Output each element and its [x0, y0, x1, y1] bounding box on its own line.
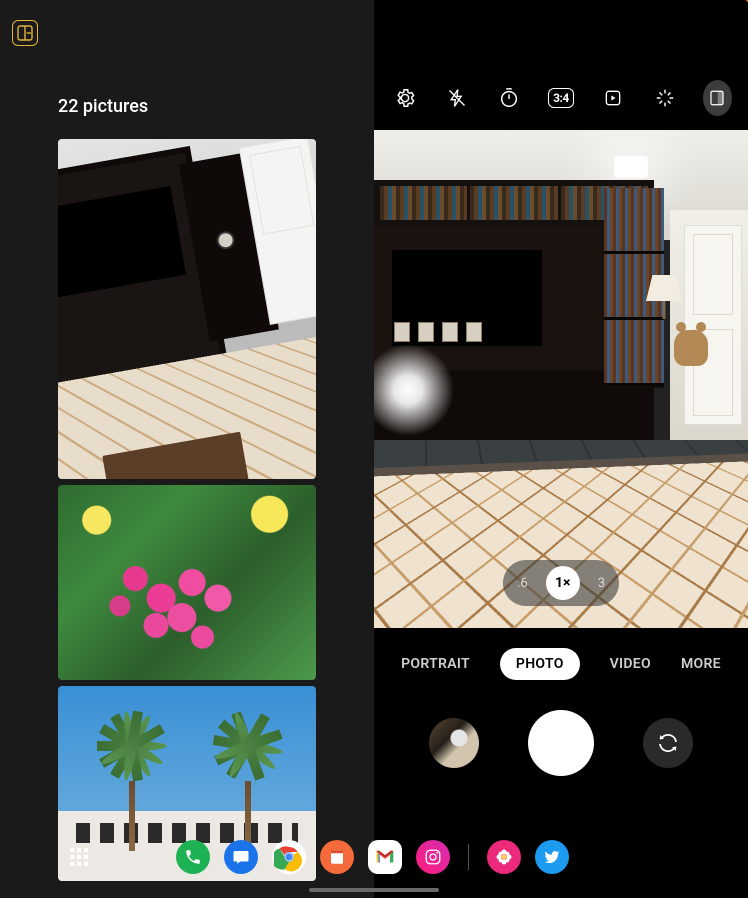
- ratio-label: 3:4: [548, 88, 574, 108]
- taskbar: [0, 836, 748, 878]
- zoom-selector[interactable]: .6 1× 3: [503, 560, 619, 606]
- flash-off-icon: [447, 88, 467, 108]
- timer-icon: [498, 87, 520, 109]
- thumbnail-list: [58, 139, 316, 881]
- thumbnail-item[interactable]: [58, 139, 316, 479]
- live-preview: [374, 130, 748, 628]
- notes-icon: [328, 848, 346, 866]
- settings-button[interactable]: [390, 80, 419, 116]
- phone-icon: [184, 848, 202, 866]
- magic-wand-icon: [654, 87, 676, 109]
- zoom-wide[interactable]: 1×: [546, 566, 580, 600]
- gallery-panel: 22 pictures: [0, 0, 374, 898]
- timer-button[interactable]: [494, 80, 523, 116]
- mode-photo[interactable]: PHOTO: [500, 648, 580, 680]
- shutter-button[interactable]: [528, 710, 594, 776]
- camera-panel: 3:4: [374, 0, 748, 898]
- taskbar-messages[interactable]: [224, 840, 258, 874]
- mode-more[interactable]: MORE: [681, 656, 721, 672]
- chat-icon: [232, 848, 250, 866]
- mode-video[interactable]: VIDEO: [610, 656, 651, 672]
- taskbar-chrome[interactable]: [272, 840, 306, 874]
- flower-icon: [494, 847, 514, 867]
- aspect-ratio-button[interactable]: 3:4: [546, 80, 575, 116]
- taskbar-twitter[interactable]: [535, 840, 569, 874]
- motion-photo-button[interactable]: [599, 80, 628, 116]
- zoom-tele[interactable]: 3: [598, 576, 605, 591]
- filters-button[interactable]: [651, 80, 680, 116]
- motion-photo-icon: [603, 88, 623, 108]
- taskbar-instagram[interactable]: [416, 840, 450, 874]
- instagram-icon: [424, 848, 442, 866]
- shutter-row: [374, 696, 748, 776]
- app-drawer-button[interactable]: [70, 848, 88, 866]
- chrome-icon: [274, 842, 304, 872]
- taskbar-notes[interactable]: [320, 840, 354, 874]
- camera-viewfinder[interactable]: .6 1× 3: [374, 130, 748, 628]
- flash-button[interactable]: [442, 80, 471, 116]
- thumbnail-item[interactable]: [58, 485, 316, 680]
- navigation-handle[interactable]: [309, 888, 439, 892]
- cover-preview-button[interactable]: [703, 80, 732, 116]
- split-view-toggle[interactable]: [12, 20, 38, 46]
- cover-preview-icon: [708, 89, 726, 107]
- mode-portrait[interactable]: PORTRAIT: [401, 656, 470, 672]
- camera-mode-bar: PORTRAIT PHOTO VIDEO MORE: [374, 628, 748, 696]
- switch-camera-button[interactable]: [643, 718, 693, 768]
- split-view-icon: [17, 25, 33, 41]
- gear-icon: [394, 87, 416, 109]
- camera-toolbar: 3:4: [374, 0, 748, 130]
- taskbar-phone[interactable]: [176, 840, 210, 874]
- switch-camera-icon: [656, 731, 680, 755]
- taskbar-divider: [468, 844, 469, 870]
- gmail-icon: [374, 846, 396, 868]
- taskbar-gmail[interactable]: [368, 840, 402, 874]
- last-photo-thumbnail[interactable]: [429, 718, 479, 768]
- twitter-icon: [543, 848, 561, 866]
- zoom-ultrawide[interactable]: .6: [517, 576, 528, 591]
- gallery-title: 22 pictures: [58, 96, 374, 117]
- taskbar-gallery[interactable]: [487, 840, 521, 874]
